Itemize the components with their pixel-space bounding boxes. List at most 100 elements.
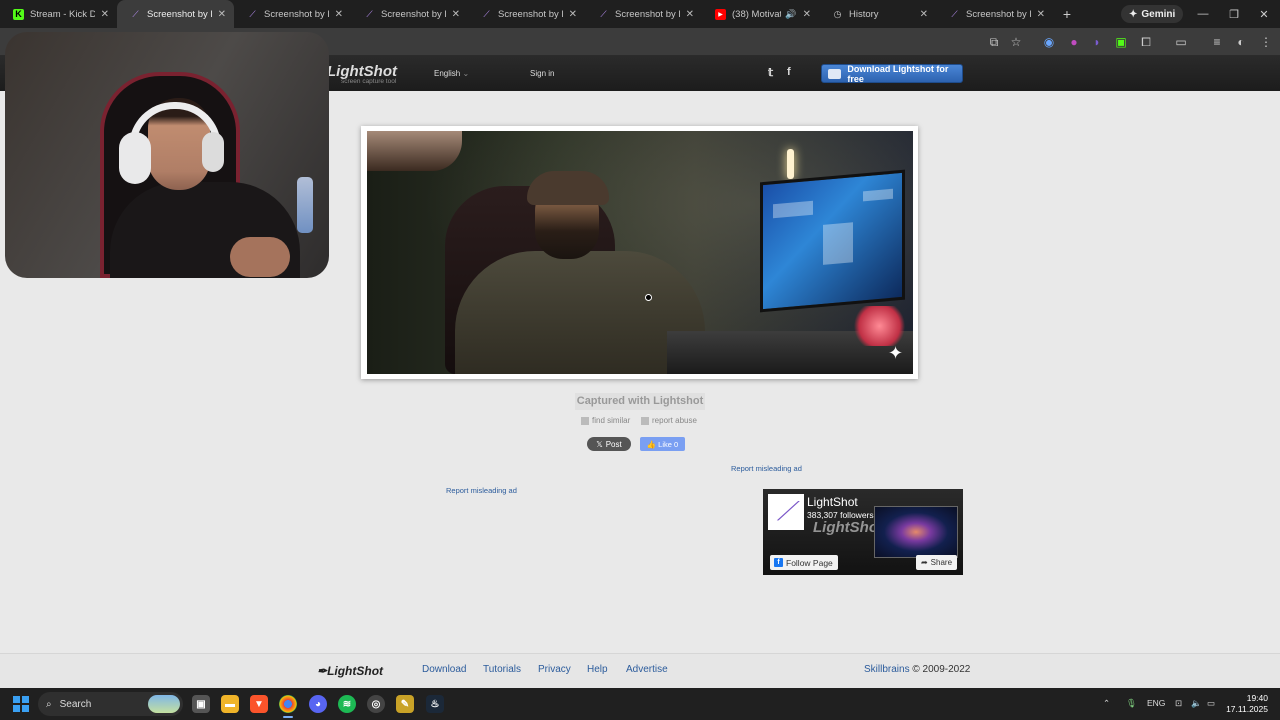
tab-title: Screenshot by Lightshot	[615, 8, 680, 20]
lightshot-feather-icon: ⟋	[600, 8, 607, 19]
steam-icon[interactable]: ♨	[426, 695, 444, 713]
mouse-cursor	[645, 294, 652, 301]
bookmark-star-icon[interactable]: ☆	[1008, 34, 1024, 50]
tab-lightshot[interactable]: ⟋ Screenshot by Lightshot ✕	[585, 0, 702, 28]
tab-youtube[interactable]: ▶ (38) Motivational 🔊 ✕	[702, 0, 819, 28]
close-tab-icon[interactable]: ✕	[1037, 9, 1045, 20]
extension-green-icon[interactable]: ▣	[1113, 34, 1129, 50]
language-select[interactable]: English ⌄	[434, 69, 469, 78]
footer-link-help[interactable]: Help	[587, 664, 608, 675]
reading-list-icon[interactable]: ≡	[1209, 34, 1225, 50]
tab-lightshot[interactable]: ⟋ Screenshot by Lightshot ✕	[351, 0, 468, 28]
task-view-icon[interactable]: ▣	[192, 695, 210, 713]
install-app-icon[interactable]: ⧉	[986, 34, 1002, 50]
close-tab-icon[interactable]: ✕	[218, 9, 226, 20]
share-label: Share	[930, 558, 953, 567]
discord-icon[interactable]: ◕	[309, 695, 327, 713]
clock-time: 19:40	[1246, 693, 1268, 703]
windows-start-icon[interactable]	[13, 696, 29, 712]
extensions-puzzle-icon[interactable]: ⧠	[1138, 34, 1154, 50]
webcam-overlay	[5, 32, 329, 278]
signin-link[interactable]: Sign in	[530, 69, 554, 78]
spotify-icon[interactable]: ≋	[338, 695, 356, 713]
report-misleading-ad-link[interactable]: Report misleading ad	[446, 486, 517, 495]
lightshot-page-avatar[interactable]: ⟋	[768, 494, 804, 530]
follow-page-button[interactable]: f Follow Page	[770, 555, 838, 570]
microphone-icon[interactable]: 🎙	[1126, 698, 1137, 709]
close-tab-icon[interactable]: ✕	[452, 9, 460, 20]
facebook-like-button[interactable]: 👍 Like 0	[640, 437, 685, 451]
x-logo-icon: 𝕏	[596, 439, 603, 449]
volume-icon[interactable]: 🔈	[1191, 698, 1202, 709]
feather-icon: ✒	[317, 664, 328, 678]
like-label: Like 0	[658, 439, 679, 449]
footer-link-advertise[interactable]: Advertise	[626, 664, 668, 675]
obs-icon[interactable]: ◎	[367, 695, 385, 713]
close-window-icon[interactable]: ✕	[1248, 0, 1280, 28]
menu-kebab-icon[interactable]: ⋮	[1258, 34, 1274, 50]
close-tab-icon[interactable]: ✕	[686, 9, 694, 20]
footer-link-download[interactable]: Download	[422, 664, 466, 675]
taskbar-search[interactable]: ⌕ Search	[38, 692, 183, 716]
new-tab-button[interactable]: +	[1053, 6, 1081, 22]
profile-avatar[interactable]: ◐	[1233, 34, 1249, 50]
twitter-icon[interactable]: 𝕥	[768, 66, 773, 79]
tab-history[interactable]: ◷ History ✕	[819, 0, 936, 28]
facebook-icon[interactable]: f	[787, 66, 791, 78]
webcam-headset-earcup	[202, 132, 224, 172]
tab-kick-dashboard[interactable]: K Stream - Kick Dashb ✕	[0, 0, 117, 28]
facebook-icon: f	[774, 558, 783, 567]
brave-icon[interactable]: ▼	[250, 695, 268, 713]
speaker-icon[interactable]: 🔊	[785, 9, 796, 20]
twitter-post-button[interactable]: 𝕏 Post	[587, 437, 631, 451]
find-similar-link[interactable]: find similar	[581, 416, 630, 425]
side-panel-icon[interactable]: ▭	[1173, 34, 1189, 50]
close-tab-icon[interactable]: ✕	[101, 9, 109, 20]
skillbrains-link[interactable]: Skillbrains	[864, 664, 910, 675]
battery-icon[interactable]: ▭	[1207, 698, 1215, 709]
footer-link-privacy[interactable]: Privacy	[538, 664, 571, 675]
close-tab-icon[interactable]: ✕	[569, 9, 577, 20]
tab-lightshot-active[interactable]: ⟋ Screenshot by Lightshot ✕	[117, 0, 234, 28]
show-hidden-icons-chevron-icon[interactable]: ⌃	[1103, 698, 1110, 709]
close-tab-icon[interactable]: ✕	[920, 9, 928, 20]
extension-voice-icon[interactable]: ◉	[1041, 34, 1057, 50]
gemini-sparkle-icon: ✦	[1129, 8, 1138, 20]
clock-date: 17.11.2025	[1226, 704, 1268, 714]
taskbar-clock[interactable]: 19:40 17.11.2025	[1222, 693, 1268, 715]
webcam-headset-earcup	[119, 132, 151, 184]
tab-lightshot[interactable]: ⟋ Screenshot by Lightshot ✕	[936, 0, 1053, 28]
image-corner-cam	[367, 131, 462, 171]
screenshot-image[interactable]	[367, 131, 913, 374]
chrome-icon[interactable]	[279, 695, 297, 718]
gemini-label: Gemini	[1141, 8, 1176, 20]
download-button-label: Download Lightshot for free	[847, 63, 949, 84]
close-tab-icon[interactable]: ✕	[335, 9, 343, 20]
language-indicator[interactable]: ENG	[1147, 698, 1165, 708]
facebook-page-widget[interactable]: ⟋ LightShot 383,307 followers LightShot …	[763, 489, 963, 575]
report-misleading-ad-link[interactable]: Report misleading ad	[731, 464, 802, 473]
fb-cover-thumbnail	[874, 506, 958, 558]
download-lightshot-button[interactable]: Download Lightshot for free	[821, 63, 963, 84]
network-icon[interactable]: ⊡	[1175, 698, 1182, 709]
file-explorer-icon[interactable]: ▬	[221, 695, 239, 713]
tab-title: Screenshot by Lightshot	[498, 8, 563, 20]
gemini-button[interactable]: ✦ Gemini	[1121, 5, 1184, 23]
minimize-window-icon[interactable]: —	[1187, 0, 1219, 28]
app-yellow-icon[interactable]: ✎	[396, 695, 414, 713]
tab-title: Screenshot by Lightshot	[264, 8, 329, 20]
fb-page-name[interactable]: LightShot	[807, 495, 858, 509]
extension-purple-icon[interactable]: ●	[1066, 34, 1082, 50]
footer-logo[interactable]: ✒LightShot	[317, 664, 383, 678]
tab-lightshot[interactable]: ⟋ Screenshot by Lightshot ✕	[468, 0, 585, 28]
footer-link-tutorials[interactable]: Tutorials	[483, 664, 521, 675]
tab-title: Screenshot by Lightshot	[966, 8, 1031, 20]
restore-window-icon[interactable]: ❐	[1218, 0, 1250, 28]
browser-tab-strip: K Stream - Kick Dashb ✕ ⟋ Screenshot by …	[0, 0, 1280, 28]
share-button[interactable]: ➦ Share	[916, 555, 957, 570]
extension-mask-icon[interactable]: ◗	[1089, 34, 1105, 50]
tab-lightshot[interactable]: ⟋ Screenshot by Lightshot ✕	[234, 0, 351, 28]
lightshot-logo[interactable]: LightShot screen capture tool	[327, 63, 397, 85]
report-abuse-link[interactable]: report abuse	[641, 416, 697, 425]
close-tab-icon[interactable]: ✕	[803, 9, 811, 20]
